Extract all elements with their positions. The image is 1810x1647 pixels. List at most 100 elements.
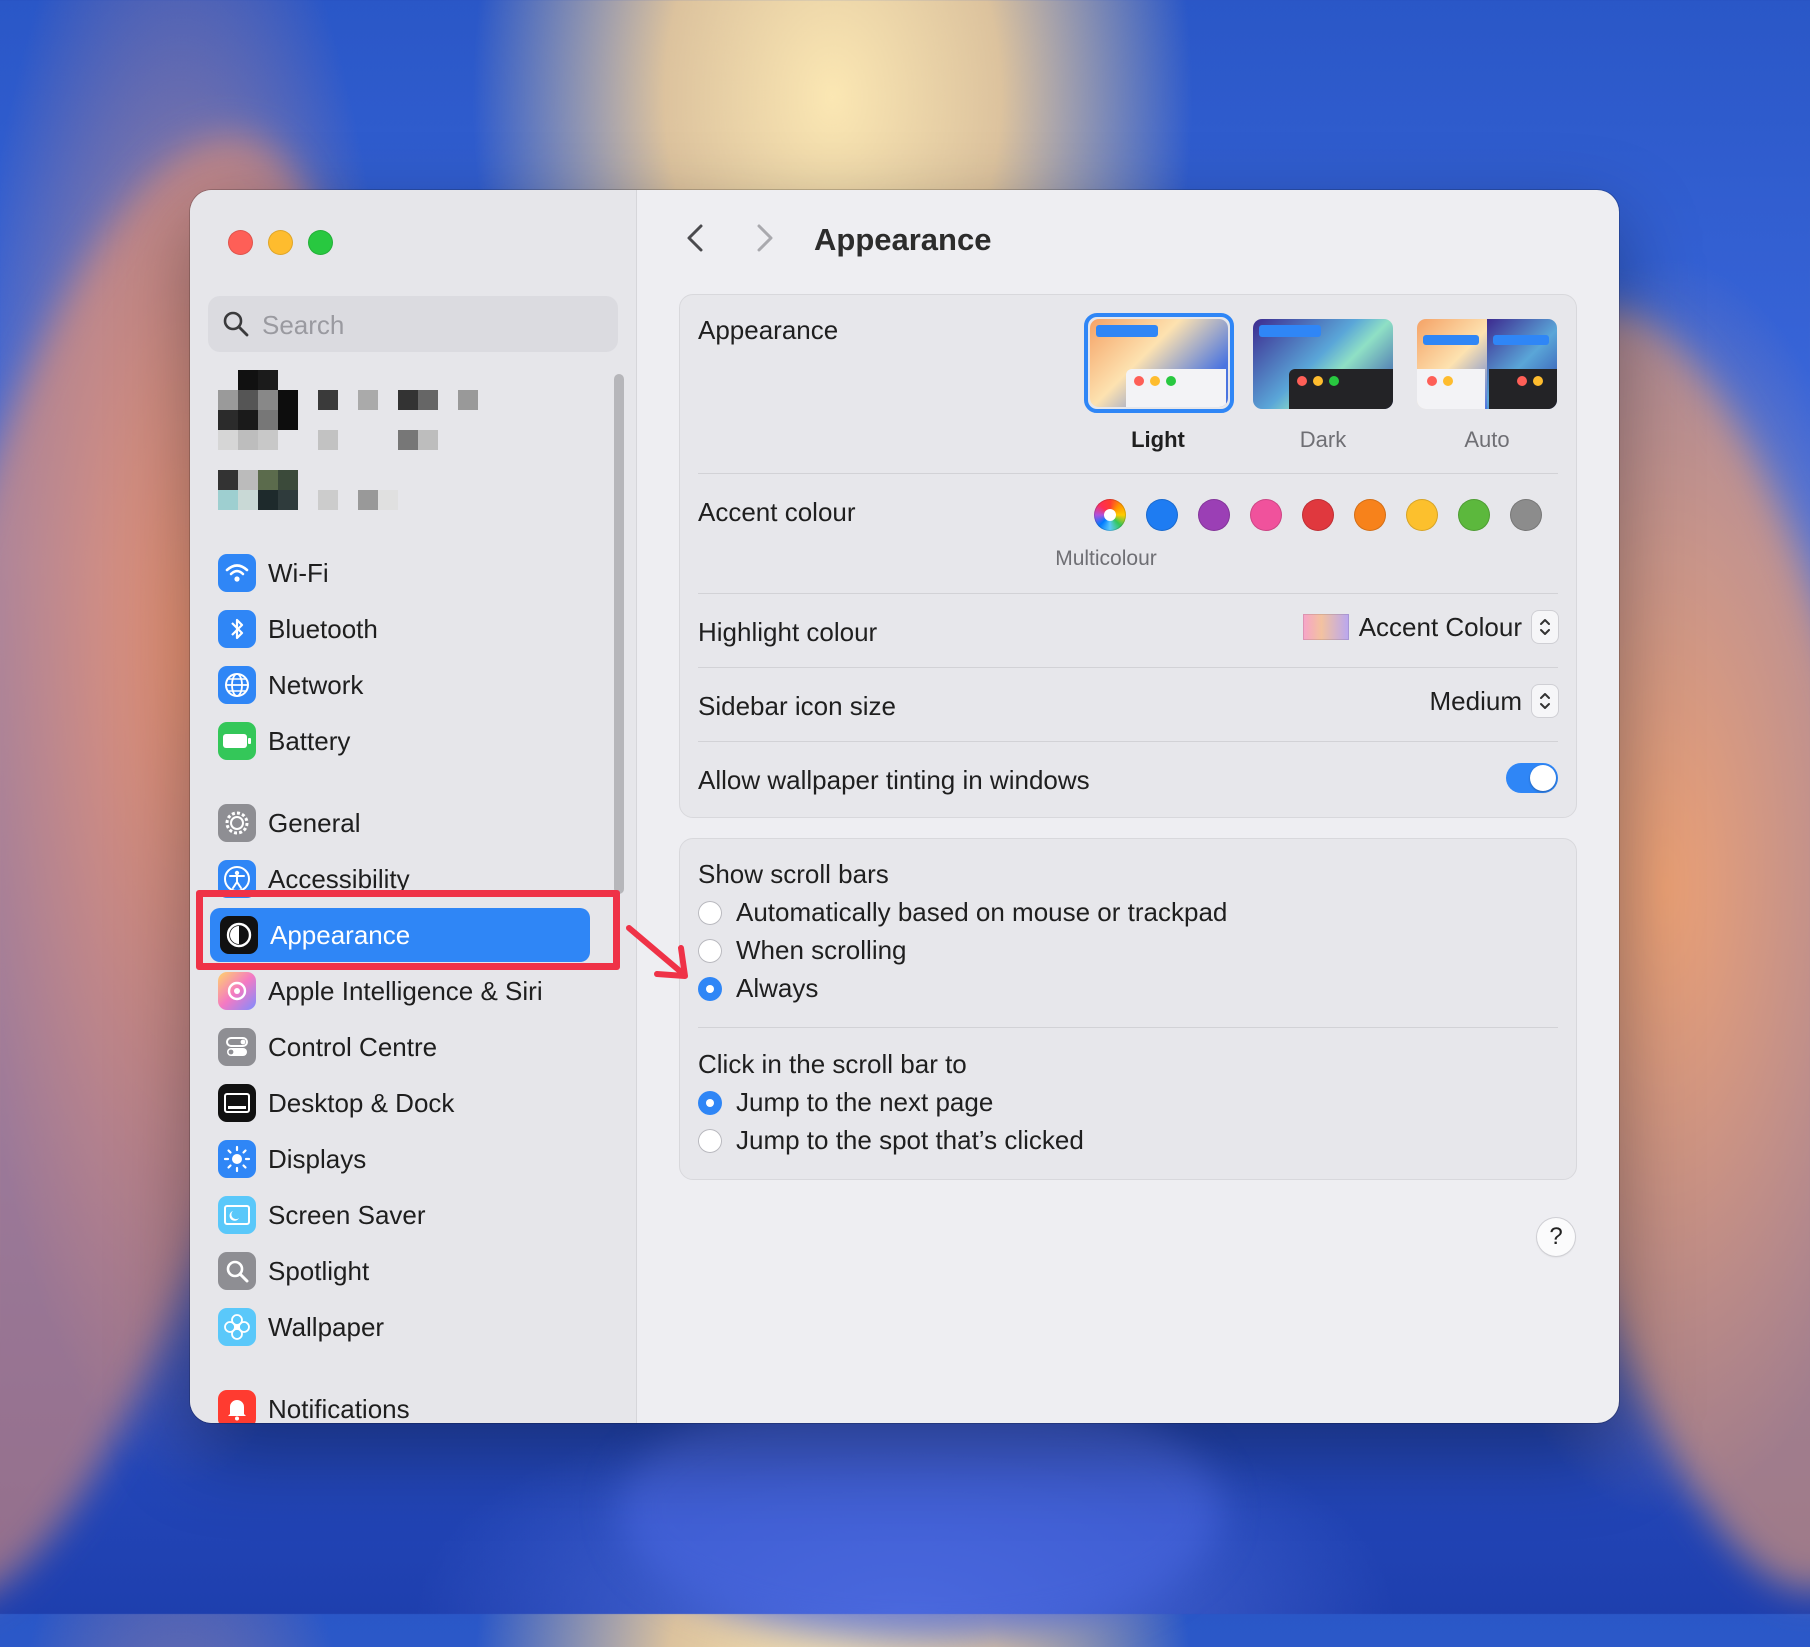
appearance-option-label: Dark [1299, 427, 1347, 452]
appearance-option-dark[interactable] [1253, 319, 1393, 409]
highlight-colour-value: Accent Colour [1358, 611, 1522, 642]
accent-colour-label: Accent colour [698, 497, 856, 527]
main-pane: Appearance Appearance Light Dark Auto Ac… [626, 190, 1619, 1423]
divider [698, 1027, 1558, 1028]
sidebar-icon-size-popup[interactable]: Medium [1430, 685, 1558, 717]
radio-button[interactable] [698, 1128, 722, 1153]
click-scroll-option-spot-clicked[interactable]: Jump to the spot that’s clicked [698, 1125, 1084, 1156]
sun-icon [218, 1140, 256, 1178]
appearance-option-label: Auto [1464, 427, 1510, 452]
sidebar-item-displays[interactable]: Displays [208, 1134, 620, 1184]
family-label-redacted [318, 490, 398, 510]
appearance-option-label: Light [1131, 427, 1185, 452]
sidebar-item-desktop-dock[interactable]: Desktop & Dock [208, 1078, 620, 1128]
appearance-option-light[interactable] [1084, 313, 1234, 413]
radio-button[interactable] [698, 1090, 722, 1115]
sidebar-item-general[interactable]: General [208, 798, 620, 848]
sidebar-item-label: Displays [268, 1143, 367, 1174]
help-button[interactable]: ? [1537, 1218, 1575, 1256]
account-name-redacted [318, 390, 478, 450]
bell-icon [218, 1390, 256, 1423]
forward-chevron-icon[interactable] [749, 218, 779, 258]
sidebar-item-label: General [268, 807, 361, 838]
sidebar-scrollbar[interactable] [614, 374, 624, 894]
gear-icon [218, 804, 256, 842]
divider [698, 667, 1558, 668]
accent-swatch[interactable] [1354, 499, 1386, 531]
radio-label: Always [736, 973, 819, 1003]
minimize-window-button[interactable] [268, 230, 293, 255]
battery-icon [218, 722, 256, 760]
control-centre-icon [218, 1028, 256, 1066]
highlight-colour-swatch [1302, 614, 1349, 640]
sidebar-item-label: Desktop & Dock [268, 1087, 455, 1118]
account-avatar-redacted[interactable] [218, 370, 298, 450]
accent-swatch[interactable] [1458, 499, 1490, 531]
sidebar-item-wallpaper[interactable]: Wallpaper [208, 1302, 620, 1352]
annotation-arrow-icon [626, 925, 688, 979]
sidebar-item-label: Wallpaper [268, 1311, 385, 1342]
click-scroll-bar-label: Click in the scroll bar to [698, 1049, 967, 1079]
radio-label: Jump to the spot that’s clicked [736, 1125, 1084, 1155]
settings-window: Search Wi-Fi Bluetooth Network Battery G… [190, 190, 1619, 1423]
highlight-colour-label: Highlight colour [698, 617, 878, 647]
sidebar-icon-size-value: Medium [1429, 685, 1522, 716]
sidebar-item-label: Spotlight [268, 1255, 370, 1286]
sidebar-item-notifications[interactable]: Notifications [208, 1384, 620, 1423]
scroll-bars-option-always[interactable]: Always [698, 973, 818, 1004]
scroll-bars-option-automatic[interactable]: Automatically based on mouse or trackpad [698, 897, 1227, 928]
sidebar-item-label: Bluetooth [268, 613, 378, 644]
accent-swatch[interactable] [1406, 499, 1438, 531]
up-down-chevron-icon [1532, 685, 1558, 717]
accent-colour-caption: Multicolour [1055, 547, 1157, 570]
sidebar-item-label: Screen Saver [268, 1199, 426, 1230]
back-chevron-icon[interactable] [681, 218, 711, 258]
sidebar-item-label: Apple Intelligence & Siri [268, 975, 543, 1006]
search-placeholder: Search [262, 310, 345, 340]
divider [698, 593, 1558, 594]
family-avatar-redacted[interactable] [218, 470, 298, 510]
zoom-window-button[interactable] [308, 230, 333, 255]
wallpaper-tinting-toggle[interactable] [1506, 763, 1558, 793]
sidebar-item-battery[interactable]: Battery [208, 716, 620, 766]
sidebar-item-label: Network [268, 669, 364, 700]
magnifier-icon [218, 1252, 256, 1290]
sidebar-item-network[interactable]: Network [208, 660, 620, 710]
search-icon [223, 311, 249, 337]
sidebar-item-spotlight[interactable]: Spotlight [208, 1246, 620, 1296]
sidebar-item-label: Wi-Fi [268, 557, 329, 588]
sidebar-item-apple-intelligence-siri[interactable]: Apple Intelligence & Siri [208, 966, 620, 1016]
bluetooth-icon [218, 610, 256, 648]
sidebar-item-label: Notifications [268, 1393, 410, 1424]
search-field[interactable]: Search [208, 296, 618, 352]
toggle-knob [1530, 765, 1556, 791]
accent-swatch-multicolour[interactable] [1094, 499, 1126, 531]
accent-swatch[interactable] [1250, 499, 1282, 531]
radio-label: When scrolling [736, 935, 907, 965]
highlight-colour-popup[interactable]: Accent Colour [1302, 611, 1558, 643]
accent-swatch[interactable] [1510, 499, 1542, 531]
screen-saver-icon [218, 1196, 256, 1234]
sidebar-item-screen-saver[interactable]: Screen Saver [208, 1190, 620, 1240]
accent-swatch[interactable] [1302, 499, 1334, 531]
close-window-button[interactable] [228, 230, 253, 255]
annotation-highlight-box [196, 890, 620, 970]
up-down-chevron-icon [1532, 611, 1558, 643]
wallpaper-tinting-label: Allow wallpaper tinting in windows [698, 765, 1090, 795]
sidebar-item-label: Battery [268, 725, 351, 756]
sidebar-item-control-centre[interactable]: Control Centre [208, 1022, 620, 1072]
appearance-card: Appearance Light Dark Auto Accent colour… [679, 294, 1577, 818]
accent-swatch[interactable] [1146, 499, 1178, 531]
scroll-bars-card: Show scroll bars Automatically based on … [679, 838, 1577, 1180]
scroll-bars-option-when-scrolling[interactable]: When scrolling [698, 935, 907, 966]
radio-label: Automatically based on mouse or trackpad [736, 897, 1228, 927]
appearance-option-auto[interactable] [1417, 319, 1557, 409]
light-preview [1090, 319, 1228, 407]
click-scroll-option-next-page[interactable]: Jump to the next page [698, 1087, 993, 1118]
flower-icon [218, 1308, 256, 1346]
sidebar-item-wifi[interactable]: Wi-Fi [208, 548, 620, 598]
divider [698, 741, 1558, 742]
divider [698, 473, 1558, 474]
accent-swatch[interactable] [1198, 499, 1230, 531]
sidebar-item-bluetooth[interactable]: Bluetooth [208, 604, 620, 654]
